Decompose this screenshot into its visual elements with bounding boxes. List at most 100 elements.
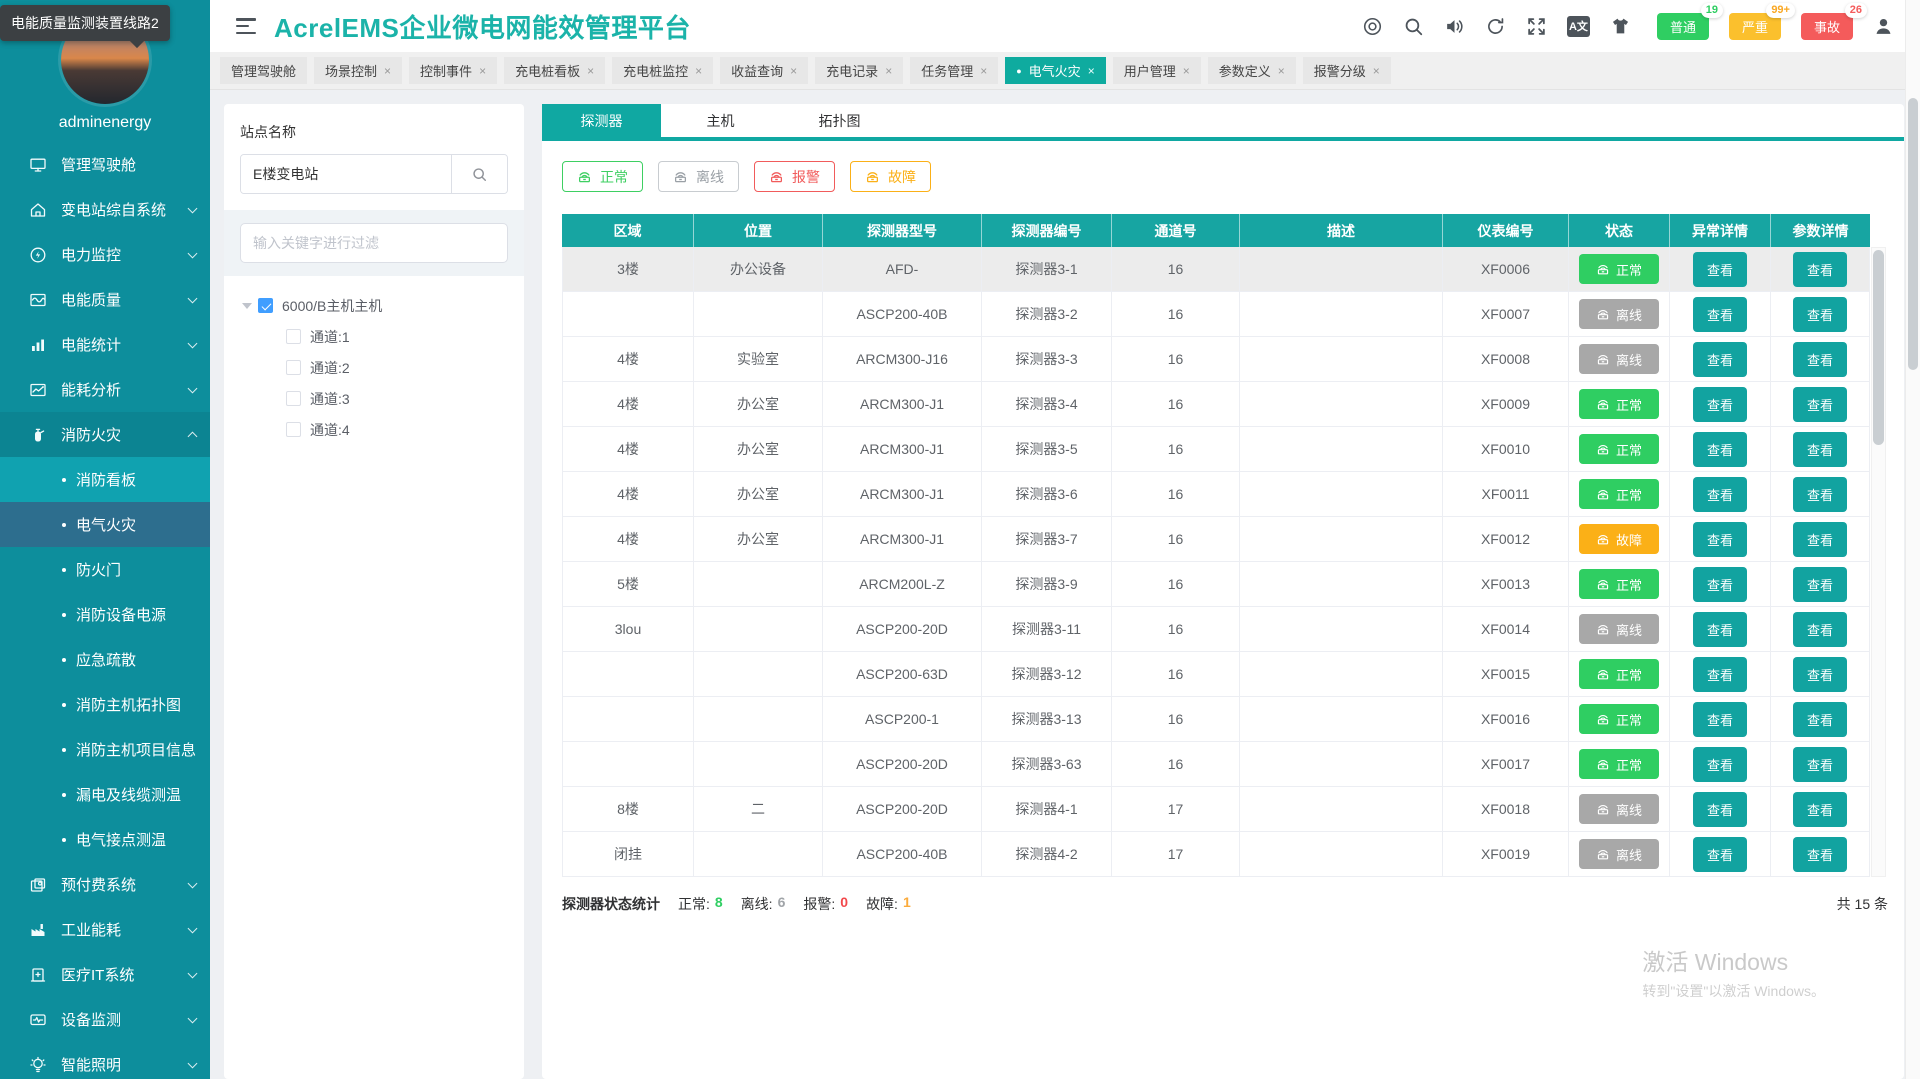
view-button[interactable]: 查看 xyxy=(1792,566,1847,602)
sidebar-subitem-fire-host-project-info[interactable]: 消防主机项目信息 xyxy=(0,727,210,772)
volume-icon[interactable] xyxy=(1444,16,1465,37)
close-icon[interactable]: × xyxy=(384,64,391,78)
view-button[interactable]: 查看 xyxy=(1692,656,1747,692)
filter-normal-button[interactable]: 正常 xyxy=(562,161,643,192)
tab-充电桩看板[interactable]: 充电桩看板 × xyxy=(504,57,606,84)
status-badge-fault[interactable]: 故障 xyxy=(1579,524,1659,554)
view-button[interactable]: 查看 xyxy=(1792,656,1847,692)
close-icon[interactable]: × xyxy=(695,64,702,78)
tab-充电桩监控[interactable]: 充电桩监控 × xyxy=(612,57,714,84)
table-row[interactable]: 4楼 实验室 ARCM300-J16 探测器3-3 16 XF0008 离线 查看 查看 xyxy=(562,337,1870,382)
refresh-icon[interactable] xyxy=(1485,16,1506,37)
tab-充电记录[interactable]: 充电记录 × xyxy=(815,57,904,84)
tab-参数定义[interactable]: 参数定义 × xyxy=(1207,57,1296,84)
tab-拓扑图[interactable]: 拓扑图 xyxy=(780,104,899,137)
view-button[interactable]: 查看 xyxy=(1792,701,1847,737)
status-badge-offline[interactable]: 离线 xyxy=(1579,614,1659,644)
sidebar-subitem-leakage-cable-temp[interactable]: 漏电及线缆测温 xyxy=(0,772,210,817)
tab-管理驾驶舱[interactable]: 管理驾驶舱 xyxy=(220,57,308,84)
theme-icon[interactable] xyxy=(1610,16,1631,37)
view-button[interactable]: 查看 xyxy=(1692,701,1747,737)
sidebar-item-substation[interactable]: 变电站综自系统 xyxy=(0,187,210,232)
tab-用户管理[interactable]: 用户管理 × xyxy=(1112,57,1201,84)
close-icon[interactable]: × xyxy=(885,64,892,78)
tree-node-root[interactable]: 6000/B主机主机 xyxy=(240,290,508,321)
table-row[interactable]: 5楼 ARCM200L-Z 探测器3-9 16 XF0013 正常 查看 查看 xyxy=(562,562,1870,607)
view-button[interactable]: 查看 xyxy=(1792,476,1847,512)
tree-root-checkbox[interactable] xyxy=(258,298,273,313)
table-row[interactable]: ASCP200-40B 探测器3-2 16 XF0007 离线 查看 查看 xyxy=(562,292,1870,337)
view-button[interactable]: 查看 xyxy=(1792,746,1847,782)
tab-主机[interactable]: 主机 xyxy=(661,104,780,137)
status-badge-normal[interactable]: 正常 xyxy=(1579,254,1659,284)
sidebar-subitem-electric-fire[interactable]: 电气火灾 xyxy=(0,502,210,547)
table-row[interactable]: ASCP200-20D 探测器3-63 16 XF0017 正常 查看 查看 xyxy=(562,742,1870,787)
status-badge-normal[interactable]: 正常 xyxy=(1579,749,1659,779)
status-badge-normal[interactable]: 正常 xyxy=(1579,434,1659,464)
status-badge-normal[interactable]: 正常 xyxy=(1579,569,1659,599)
tab-收益查询[interactable]: 收益查询 × xyxy=(720,57,809,84)
view-button[interactable]: 查看 xyxy=(1692,341,1747,377)
status-badge-normal[interactable]: 正常 xyxy=(1579,704,1659,734)
tab-探测器[interactable]: 探测器 xyxy=(542,104,661,137)
sidebar-item-energy-analysis[interactable]: 能耗分析 xyxy=(0,367,210,412)
site-search-button[interactable] xyxy=(451,155,507,193)
sidebar-subitem-fire-board[interactable]: 消防看板 xyxy=(0,457,210,502)
tree-node-checkbox[interactable] xyxy=(286,422,301,437)
tree-filter-input[interactable] xyxy=(240,223,508,263)
filter-fault-button[interactable]: 故障 xyxy=(850,161,931,192)
table-row[interactable]: 8楼二 ASCP200-20D 探测器4-1 17 XF0018 离线 查看 查看 xyxy=(562,787,1870,832)
view-button[interactable]: 查看 xyxy=(1792,251,1847,287)
view-button[interactable]: 查看 xyxy=(1792,341,1847,377)
table-row[interactable]: 闭挂 ASCP200-40B 探测器4-2 17 XF0019 离线 查看 查看 xyxy=(562,832,1870,877)
sidebar-subitem-fire-host-topology[interactable]: 消防主机拓扑图 xyxy=(0,682,210,727)
accident-alerts-badge[interactable]: 事故 26 xyxy=(1800,2,1867,40)
view-button[interactable]: 查看 xyxy=(1692,386,1747,422)
status-badge-offline[interactable]: 离线 xyxy=(1579,794,1659,824)
close-icon[interactable]: × xyxy=(1088,64,1095,78)
table-row[interactable]: ASCP200-63D 探测器3-12 16 XF0015 正常 查看 查看 xyxy=(562,652,1870,697)
view-button[interactable]: 查看 xyxy=(1692,611,1747,647)
tree-node-channel-1[interactable]: 通道:1 xyxy=(240,321,508,352)
filter-alarm-button[interactable]: 报警 xyxy=(754,161,835,192)
sidebar-item-medical-it[interactable]: 医疗IT系统 xyxy=(0,952,210,997)
tree-node-checkbox[interactable] xyxy=(286,329,301,344)
sidebar-item-industrial-energy[interactable]: 工业能耗 xyxy=(0,907,210,952)
status-badge-normal[interactable]: 正常 xyxy=(1579,659,1659,689)
close-icon[interactable]: × xyxy=(587,64,594,78)
sidebar-subitem-electric-contact-temp[interactable]: 电气接点测温 xyxy=(0,817,210,862)
sidebar-item-prepaid-system[interactable]: 预付费系统 xyxy=(0,862,210,907)
tab-任务管理[interactable]: 任务管理 × xyxy=(910,57,999,84)
view-button[interactable]: 查看 xyxy=(1692,431,1747,467)
table-row[interactable]: 4楼 办公室 ARCM300-J1 探测器3-5 16 XF0010 正常 查看 查看 xyxy=(562,427,1870,472)
view-button[interactable]: 查看 xyxy=(1692,251,1747,287)
view-button[interactable]: 查看 xyxy=(1692,476,1747,512)
view-button[interactable]: 查看 xyxy=(1792,296,1847,332)
close-icon[interactable]: × xyxy=(1183,64,1190,78)
site-search-input[interactable] xyxy=(241,155,451,193)
close-icon[interactable]: × xyxy=(1373,64,1380,78)
tree-node-channel-2[interactable]: 通道:2 xyxy=(240,352,508,383)
table-row[interactable]: 3lou ASCP200-20D 探测器3-11 16 XF0014 离线 查看 查看 xyxy=(562,607,1870,652)
table-row[interactable]: 4楼 办公室 ARCM300-J1 探测器3-6 16 XF0011 正常 查看 查看 xyxy=(562,472,1870,517)
tree-node-channel-4[interactable]: 通道:4 xyxy=(240,414,508,445)
table-scrollbar[interactable] xyxy=(1871,247,1886,877)
table-row[interactable]: 4楼 办公室 ARCM300-J1 探测器3-4 16 XF0009 正常 查看 查看 xyxy=(562,382,1870,427)
sidebar-item-smart-lighting[interactable]: 智能照明 xyxy=(0,1042,210,1079)
sidebar-item-power-quality[interactable]: 电能质量 xyxy=(0,277,210,322)
view-button[interactable]: 查看 xyxy=(1692,791,1747,827)
status-badge-offline[interactable]: 离线 xyxy=(1579,299,1659,329)
close-icon[interactable]: × xyxy=(980,64,987,78)
view-button[interactable]: 查看 xyxy=(1792,431,1847,467)
caret-down-icon[interactable] xyxy=(242,302,252,309)
view-button[interactable]: 查看 xyxy=(1692,296,1747,332)
view-button[interactable]: 查看 xyxy=(1792,611,1847,647)
page-scrollbar-thumb[interactable] xyxy=(1908,98,1918,370)
sidebar-item-dashboard[interactable]: 管理驾驶舱 xyxy=(0,142,210,187)
page-scrollbar[interactable] xyxy=(1905,0,1920,1079)
menu-collapse-icon[interactable] xyxy=(236,18,256,34)
table-row[interactable]: 3楼 办公设备 AFD- 探测器3-1 16 XF0006 正常 查看 查看 xyxy=(562,247,1870,292)
view-button[interactable]: 查看 xyxy=(1692,566,1747,602)
view-button[interactable]: 查看 xyxy=(1792,836,1847,872)
tree-node-checkbox[interactable] xyxy=(286,391,301,406)
